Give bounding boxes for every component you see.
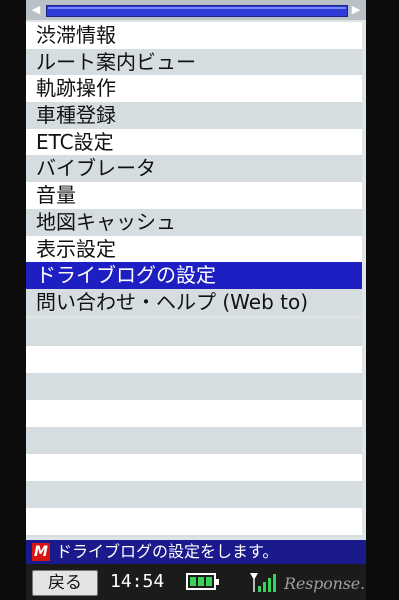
back-button[interactable]: 戻る: [32, 570, 98, 596]
menu-item-traffic-info[interactable]: 渋滞情報: [26, 22, 362, 49]
empty-list-area: [26, 319, 362, 537]
menu-item-route-guidance-view[interactable]: ルート案内ビュー: [26, 48, 362, 76]
status-message-bar: M ドライブログの設定をします。: [26, 540, 366, 564]
status-message: ドライブログの設定をします。: [56, 542, 279, 561]
horizontal-scrollbar[interactable]: ◀ ▶: [26, 0, 366, 20]
menu-item-drive-log-settings[interactable]: ドライブログの設定: [26, 262, 362, 289]
app-logo-icon: M: [32, 543, 50, 561]
menu-item-display-settings[interactable]: 表示設定: [26, 235, 362, 263]
menu-item-track-operation[interactable]: 軌跡操作: [26, 75, 362, 103]
scroll-left-arrow-icon[interactable]: ◀: [29, 3, 43, 17]
menu-item-map-cache[interactable]: 地図キャッシュ: [26, 208, 362, 236]
response-watermark: Response.: [284, 574, 365, 593]
menu-item-vibrator[interactable]: バイブレータ: [26, 155, 362, 183]
scroll-thumb[interactable]: [46, 5, 348, 17]
menu-item-vehicle-registration[interactable]: 車種登録: [26, 102, 362, 129]
menu-item-etc-settings[interactable]: ETC設定: [26, 128, 362, 156]
menu-item-volume[interactable]: 音量: [26, 182, 362, 209]
phone-screen: ◀ ▶ 渋滞情報 ルート案内ビュー 軌跡操作 車種登録 ETC設定 バイブレータ…: [26, 0, 366, 600]
scroll-right-arrow-icon[interactable]: ▶: [349, 3, 363, 17]
menu-item-help-inquiry[interactable]: 問い合わせ・ヘルプ (Web to): [26, 288, 362, 316]
signal-strength-icon: [250, 573, 276, 592]
bottom-bar: 戻る 14:54 Response.: [26, 564, 366, 600]
clock: 14:54: [110, 571, 165, 592]
settings-menu: 渋滞情報 ルート案内ビュー 軌跡操作 車種登録 ETC設定 バイブレータ 音量 …: [26, 22, 362, 316]
battery-icon: [186, 573, 219, 590]
